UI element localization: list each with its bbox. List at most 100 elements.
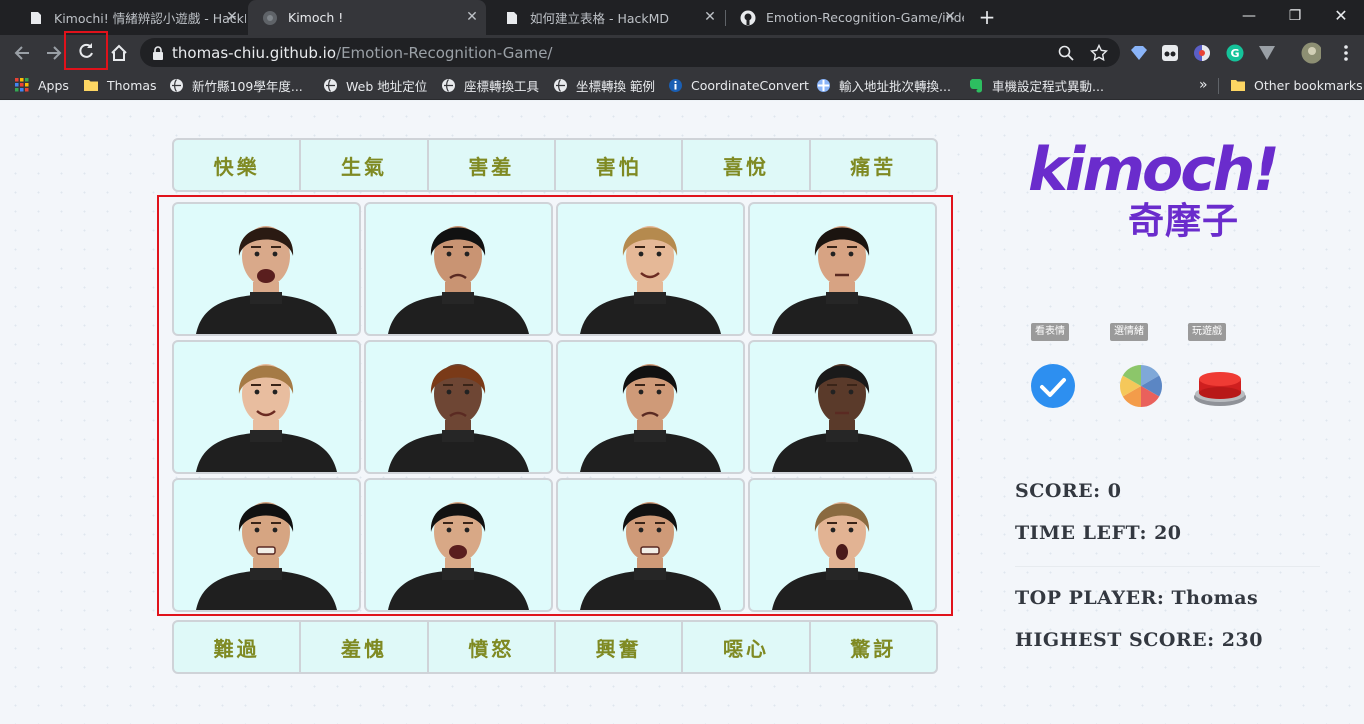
restore-button[interactable]: ❐ xyxy=(1272,0,1318,32)
top-player-text: TOP PLAYER: Thomas xyxy=(1015,587,1259,609)
app-icon xyxy=(815,77,831,93)
face-card[interactable] xyxy=(556,340,745,474)
vuejs-extension-icon[interactable] xyxy=(1257,43,1277,63)
face-photo xyxy=(388,364,529,472)
grammarly-icon[interactable]: G xyxy=(1225,43,1245,63)
bookmark-label: 新竹縣109學年度... xyxy=(192,78,303,94)
bookmark-car-settings[interactable]: 車機設定程式異動... xyxy=(968,76,1104,94)
minimize-button[interactable]: — xyxy=(1226,0,1272,32)
face-photo xyxy=(580,226,721,334)
zoom-search-icon[interactable] xyxy=(1058,45,1074,61)
privacy-extension-icon[interactable] xyxy=(1192,43,1212,63)
bookmark-coord-tool[interactable]: 座標轉換工具 xyxy=(440,76,539,94)
globe-icon xyxy=(440,77,456,93)
face-card[interactable] xyxy=(748,202,937,336)
tab-title: 如何建立表格 - HackMD xyxy=(530,11,670,26)
mode-label-play: 玩遊戲 xyxy=(1188,323,1226,341)
game-page: 快樂 生氣 害羞 害怕 喜悅 痛苦 難過 羞愧 憤怒 興奮 噁心 驚訝 kimo… xyxy=(0,101,1364,724)
glasses-extension-icon[interactable] xyxy=(1160,43,1180,63)
url-path: /Emotion-Recognition-Game/ xyxy=(336,43,553,62)
lock-icon xyxy=(153,45,163,60)
emotion-label-disgusted[interactable]: 噁心 xyxy=(683,622,811,672)
tab-title: Kimoch ! xyxy=(288,10,344,25)
profile-avatar[interactable] xyxy=(1301,42,1321,64)
tab-kimoch[interactable]: Kimoch ! ✕ xyxy=(248,0,486,35)
other-bookmarks[interactable]: Other bookmarks xyxy=(1230,76,1363,94)
info-icon xyxy=(667,77,683,93)
svg-text:G: G xyxy=(1230,47,1239,60)
face-card[interactable] xyxy=(364,340,553,474)
close-tab-icon[interactable]: ✕ xyxy=(224,9,240,25)
emotion-label-furious[interactable]: 憤怒 xyxy=(429,622,556,672)
face-card[interactable] xyxy=(748,478,937,612)
tab-strip: Kimochi! 情緒辨認小遊戲 - HackMD ✕ Kimoch ! ✕ 如… xyxy=(0,0,1364,35)
star-bookmark-icon[interactable] xyxy=(1090,43,1108,62)
checkmark-circle-icon[interactable] xyxy=(1030,363,1076,409)
face-photo xyxy=(388,502,529,610)
new-tab-button[interactable]: + xyxy=(977,7,997,27)
color-wheel-icon[interactable] xyxy=(1119,364,1163,408)
tab-hackmd-kimochi[interactable]: Kimochi! 情緒辨認小遊戲 - HackMD ✕ xyxy=(14,0,246,35)
emotion-label-ashamed[interactable]: 羞愧 xyxy=(301,622,429,672)
emotion-label-excited[interactable]: 興奮 xyxy=(556,622,684,672)
bookmarks-divider xyxy=(1218,78,1219,94)
url-host: thomas-chiu.github.io xyxy=(172,43,337,62)
arrow-right-icon xyxy=(47,46,62,60)
close-tab-icon[interactable]: ✕ xyxy=(702,9,718,25)
bookmark-label: 座標轉換工具 xyxy=(464,78,540,94)
face-photo xyxy=(196,502,337,610)
emotion-label-joyful[interactable]: 喜悅 xyxy=(683,140,811,190)
face-card[interactable] xyxy=(364,202,553,336)
face-photo xyxy=(388,226,529,334)
face-card[interactable] xyxy=(556,202,745,336)
bookmark-label: 車機設定程式異動... xyxy=(992,78,1104,94)
face-card[interactable] xyxy=(172,478,361,612)
emotion-label-pain[interactable]: 痛苦 xyxy=(811,140,936,190)
bookmark-batch-address[interactable]: 輸入地址批次轉換... xyxy=(815,76,951,94)
emotion-label-afraid[interactable]: 害怕 xyxy=(556,140,684,190)
bookmark-coord-example[interactable]: 坐標轉換 範例 xyxy=(552,76,655,94)
bookmarks-overflow-chevron-icon[interactable]: » xyxy=(1199,76,1208,94)
mode-label-watch: 看表情 xyxy=(1031,323,1069,341)
tab-title: Emotion-Recognition-Game/index.html xyxy=(766,10,964,25)
bookmark-apps[interactable]: Apps xyxy=(14,76,69,94)
emotion-label-happy[interactable]: 快樂 xyxy=(174,140,302,190)
diamond-extension-icon[interactable] xyxy=(1129,43,1149,63)
face-card[interactable] xyxy=(748,340,937,474)
bookmark-web-address[interactable]: Web 地址定位 xyxy=(322,76,427,94)
reload-icon xyxy=(79,42,93,58)
browser-toolbar: thomas-chiu.github.io/Emotion-Recognitio… xyxy=(0,31,1364,70)
home-button[interactable] xyxy=(105,39,133,67)
bookmark-label: 輸入地址批次轉換... xyxy=(839,78,951,94)
red-button-icon[interactable] xyxy=(1192,367,1248,409)
emotion-label-surprised[interactable]: 驚訝 xyxy=(811,622,936,672)
highest-score-text: HIGHEST SCORE: 230 xyxy=(1015,629,1263,651)
folder-icon xyxy=(1230,77,1246,93)
face-card[interactable] xyxy=(364,478,553,612)
face-photo xyxy=(772,364,913,472)
close-tab-icon[interactable]: ✕ xyxy=(464,9,480,25)
document-icon xyxy=(504,10,520,26)
kebab-menu-icon[interactable] xyxy=(1336,43,1356,63)
bookmark-hsinchu[interactable]: 新竹縣109學年度... xyxy=(168,76,303,94)
logo-wordmark: kimoch! xyxy=(1028,135,1280,205)
reload-button[interactable] xyxy=(64,31,108,70)
emotion-label-angry[interactable]: 生氣 xyxy=(301,140,429,190)
face-card[interactable] xyxy=(556,478,745,612)
emotion-label-shy[interactable]: 害羞 xyxy=(429,140,556,190)
arrow-left-icon xyxy=(14,46,29,60)
tab-title: Kimochi! 情緒辨認小遊戲 - HackMD xyxy=(54,11,246,26)
tab-hackmd-table[interactable]: 如何建立表格 - HackMD ✕ xyxy=(490,0,724,35)
bookmark-thomas[interactable]: Thomas xyxy=(83,76,157,94)
back-button[interactable] xyxy=(8,39,36,67)
close-tab-icon[interactable]: ✕ xyxy=(942,9,958,25)
face-card[interactable] xyxy=(172,202,361,336)
bookmark-coordinate-convert[interactable]: CoordinateConvert xyxy=(667,76,809,94)
emotion-label-sad[interactable]: 難過 xyxy=(174,622,302,672)
face-card[interactable] xyxy=(172,340,361,474)
emotion-labels-bottom: 難過 羞愧 憤怒 興奮 噁心 驚訝 xyxy=(172,620,938,674)
tab-github[interactable]: Emotion-Recognition-Game/index.html ✕ xyxy=(726,0,964,35)
face-photo xyxy=(580,364,721,472)
close-window-button[interactable]: ✕ xyxy=(1318,0,1364,32)
address-bar[interactable]: thomas-chiu.github.io/Emotion-Recognitio… xyxy=(140,38,1120,67)
